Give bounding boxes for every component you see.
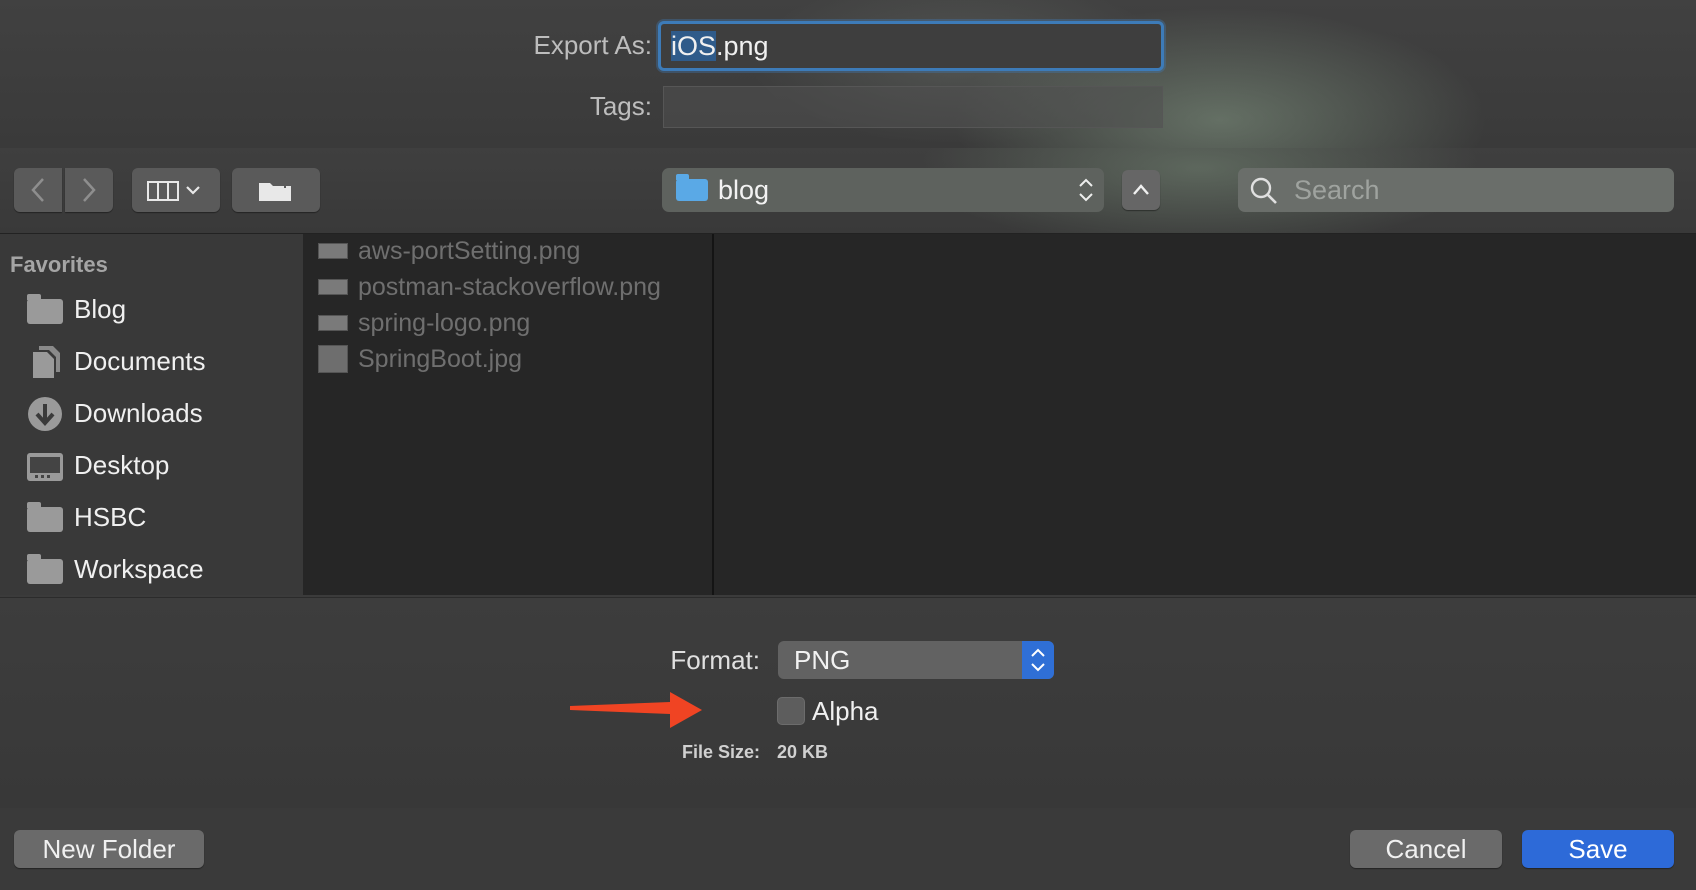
columns-view-icon — [147, 181, 200, 201]
chevron-up-icon — [1133, 184, 1149, 195]
new-folder-toolbar-button[interactable] — [232, 168, 320, 212]
new-folder-icon — [259, 178, 291, 201]
tags-field[interactable] — [663, 86, 1163, 128]
expand-collapse-button[interactable] — [1122, 170, 1160, 210]
sidebar-item-label: Desktop — [74, 449, 170, 480]
file-row[interactable]: postman-stackoverflow.png — [318, 270, 698, 304]
sidebar-item-downloads[interactable]: Downloads — [26, 391, 296, 435]
file-name: aws-portSetting.png — [358, 236, 581, 265]
save-button[interactable]: Save — [1522, 830, 1674, 868]
tags-label: Tags: — [589, 91, 652, 121]
format-value: PNG — [794, 644, 851, 675]
folder-icon — [26, 552, 64, 586]
file-name: postman-stackoverflow.png — [358, 272, 661, 301]
filename-extension: .png — [716, 31, 769, 61]
search-placeholder: Search — [1294, 174, 1380, 205]
back-button[interactable] — [14, 168, 62, 212]
annotation-arrow — [570, 692, 702, 728]
sidebar-item-label: HSBC — [74, 501, 147, 532]
favorites-heading: Favorites — [10, 252, 108, 277]
sidebar-item-workspace[interactable]: Workspace — [26, 547, 296, 591]
folder-icon — [26, 500, 64, 534]
documents-icon — [26, 344, 64, 378]
format-label: Format: — [670, 645, 760, 675]
folder-icon — [26, 292, 64, 326]
sidebar-item-label: Downloads — [74, 397, 203, 428]
cancel-button[interactable]: Cancel — [1350, 830, 1502, 868]
location-label: blog — [718, 174, 770, 205]
folder-icon — [676, 174, 708, 201]
file-name: SpringBoot.jpg — [358, 344, 523, 373]
file-row[interactable]: aws-portSetting.png — [318, 234, 698, 268]
search-icon — [1250, 177, 1277, 204]
filename-selection: iOS — [671, 31, 717, 61]
location-popup[interactable]: blog — [662, 168, 1104, 212]
file-name: spring-logo.png — [358, 308, 531, 337]
sidebar-item-label: Workspace — [74, 553, 204, 584]
sidebar-item-label: Documents — [74, 345, 206, 376]
alpha-label: Alpha — [812, 696, 879, 726]
sidebar-item-blog[interactable]: Blog — [26, 287, 296, 331]
image-file-icon — [318, 279, 348, 295]
new-folder-button[interactable]: New Folder — [14, 830, 204, 868]
sidebar-item-label: Blog — [74, 293, 127, 324]
file-row[interactable]: SpringBoot.jpg — [318, 342, 698, 376]
preview-column — [714, 234, 1696, 595]
alpha-checkbox[interactable] — [777, 697, 805, 725]
image-file-icon — [318, 315, 348, 331]
chevron-right-icon — [83, 178, 96, 202]
image-file-icon — [318, 243, 348, 259]
forward-button[interactable] — [65, 168, 113, 212]
updown-chevron-icon — [1022, 641, 1054, 679]
sidebar-item-documents[interactable]: Documents — [26, 339, 296, 383]
sidebar-item-desktop[interactable]: Desktop — [26, 443, 296, 487]
desktop-icon — [26, 448, 64, 482]
chevron-left-icon — [31, 178, 44, 202]
sidebar-item-hsbc[interactable]: HSBC — [26, 495, 296, 539]
downloads-icon — [26, 396, 64, 431]
file-row[interactable]: spring-logo.png — [318, 306, 698, 340]
updown-chevron-icon — [1078, 176, 1094, 205]
export-as-field[interactable]: iOS.png — [658, 21, 1164, 71]
view-mode-button[interactable] — [132, 168, 220, 212]
file-size-value: 20 KB — [777, 742, 829, 762]
file-size-label: File Size: — [681, 742, 760, 762]
jpg-thumbnail-icon — [318, 345, 348, 373]
format-popup[interactable]: PNG — [778, 641, 1054, 679]
export-as-label: Export As: — [533, 30, 653, 60]
search-field[interactable]: Search — [1238, 168, 1674, 212]
